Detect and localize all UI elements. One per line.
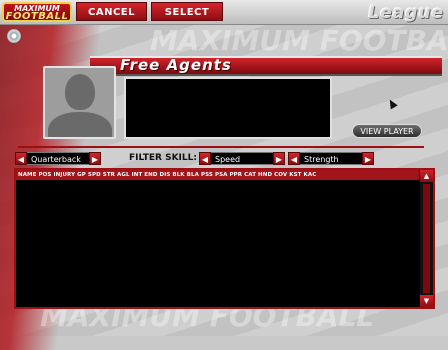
divider	[18, 146, 424, 148]
column-header-kst[interactable]: KST	[287, 170, 301, 180]
skill1-prev-button[interactable]: ◀	[199, 152, 211, 165]
column-header-pss[interactable]: PSS	[199, 170, 213, 180]
position-prev-button[interactable]: ◀	[15, 152, 27, 165]
panel-title: Free Agents	[120, 56, 232, 74]
skill1-selector: ◀ Speed ▶	[199, 152, 285, 165]
column-header-injury[interactable]: INJURY	[51, 170, 75, 180]
position-selector: ◀ Quarterback ▶	[15, 152, 101, 165]
section-title: League	[368, 3, 444, 23]
panel-header: Free Agents	[90, 56, 442, 76]
column-header-spd[interactable]: SPD	[86, 170, 101, 180]
position-next-button[interactable]: ▶	[89, 152, 101, 165]
scrollbar[interactable]: ▲ ▼	[420, 170, 433, 307]
skill2-value: Strength	[300, 152, 362, 165]
column-header-ppr[interactable]: PPR	[228, 170, 243, 180]
column-header-name[interactable]: NAME	[16, 170, 37, 180]
logo-main-text: FOOTBALL	[5, 11, 69, 22]
column-header-hnd[interactable]: HND	[256, 170, 272, 180]
skill1-value: Speed	[211, 152, 273, 165]
column-header-agl[interactable]: AGL	[115, 170, 130, 180]
column-header-dis[interactable]: DIS	[158, 170, 171, 180]
column-header-end[interactable]: END	[142, 170, 157, 180]
column-header-blk[interactable]: BLK	[170, 170, 184, 180]
select-button[interactable]: SELECT	[151, 2, 223, 21]
top-toolbar: MAXIMUM FOOTBALL CANCEL SELECT League	[0, 0, 448, 25]
column-header-str[interactable]: STR	[101, 170, 115, 180]
skill1-next-button[interactable]: ▶	[273, 152, 285, 165]
column-header-int[interactable]: INT	[130, 170, 143, 180]
column-header-cov[interactable]: COV	[272, 170, 287, 180]
background-watermark: MAXIMUM FOOTBALL	[150, 24, 448, 57]
maximum-football-logo: MAXIMUM FOOTBALL	[2, 2, 72, 22]
column-header-psa[interactable]: PSA	[213, 170, 228, 180]
disc-icon[interactable]	[7, 29, 21, 43]
scroll-track[interactable]	[423, 184, 430, 293]
column-header-bla[interactable]: BLA	[185, 170, 199, 180]
filter-skill-label: FILTER SKILL:	[129, 153, 197, 163]
column-header-cat[interactable]: CAT	[242, 170, 256, 180]
avatar-silhouette-head	[65, 74, 95, 110]
column-header-pos[interactable]: POS	[37, 170, 52, 180]
cancel-button[interactable]: CANCEL	[76, 2, 147, 21]
table-header: NAME POS INJURY GP SPD STR AGL INT END DIS BLK BLA P…	[16, 170, 419, 180]
skill2-selector: ◀ Strength ▶	[288, 152, 374, 165]
skill2-next-button[interactable]: ▶	[362, 152, 374, 165]
skill2-prev-button[interactable]: ◀	[288, 152, 300, 165]
column-header-gp[interactable]: GP	[75, 170, 86, 180]
position-value: Quarterback	[27, 152, 89, 165]
view-player-button[interactable]: VIEW PLAYER	[352, 124, 422, 138]
column-header-kac[interactable]: KAC	[302, 170, 317, 180]
scroll-down-button[interactable]: ▼	[420, 295, 433, 307]
player-avatar	[43, 66, 116, 139]
player-info-panel	[124, 77, 332, 139]
scroll-up-button[interactable]: ▲	[420, 170, 433, 182]
free-agents-table: NAME POS INJURY GP SPD STR AGL INT END DIS BLK BLA P…	[14, 168, 435, 309]
avatar-silhouette-body	[48, 112, 112, 137]
